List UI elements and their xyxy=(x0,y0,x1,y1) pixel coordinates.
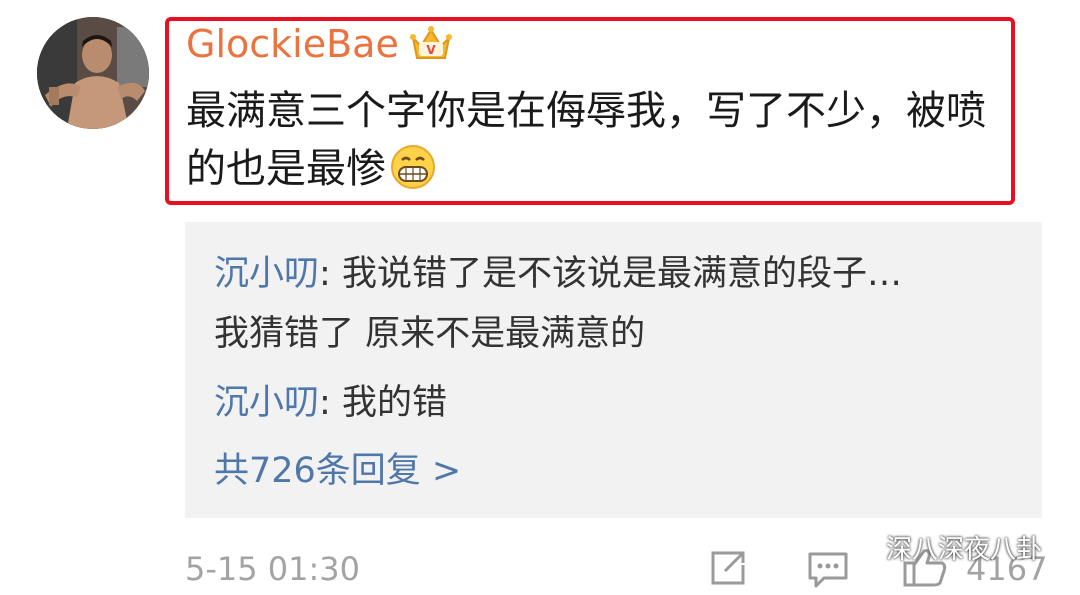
svg-text:V: V xyxy=(426,43,436,57)
comment-username-row: GlockieBae V xyxy=(186,20,453,68)
share-icon[interactable] xyxy=(707,547,749,589)
avatar-image xyxy=(37,17,149,129)
reply-item[interactable]: 沉小叨: 我的错 xyxy=(214,378,447,428)
reply-separator: : xyxy=(319,383,342,423)
comment-timestamp: 5-15 01:30 xyxy=(185,550,361,588)
reply-text: 我说错了是不该说是最满意的段子… xyxy=(341,254,902,294)
more-replies-link[interactable]: 共726条回复 > xyxy=(214,446,461,496)
watermark: 深八深夜八卦 xyxy=(838,527,1042,568)
wechat-icon xyxy=(838,527,882,568)
crown-badge-icon: V xyxy=(409,24,453,64)
reply-item[interactable]: 沉小叨: 我说错了是不该说是最满意的段子… xyxy=(214,249,902,299)
reply-separator: : xyxy=(319,254,342,294)
reply-continuation: 我猜错了 原来不是最满意的 xyxy=(214,314,646,354)
reply-author[interactable]: 沉小叨 xyxy=(214,383,319,423)
watermark-text: 深八深夜八卦 xyxy=(886,535,1043,565)
avatar[interactable] xyxy=(37,17,149,129)
comment-text: 最满意三个字你是在侮辱我，写了不少，被喷的也是最惨 xyxy=(186,88,986,192)
grin-emoji-icon xyxy=(390,144,436,190)
reply-text: 我的错 xyxy=(341,383,447,423)
comment-username[interactable]: GlockieBae xyxy=(186,20,399,68)
reply-author[interactable]: 沉小叨 xyxy=(214,254,319,294)
